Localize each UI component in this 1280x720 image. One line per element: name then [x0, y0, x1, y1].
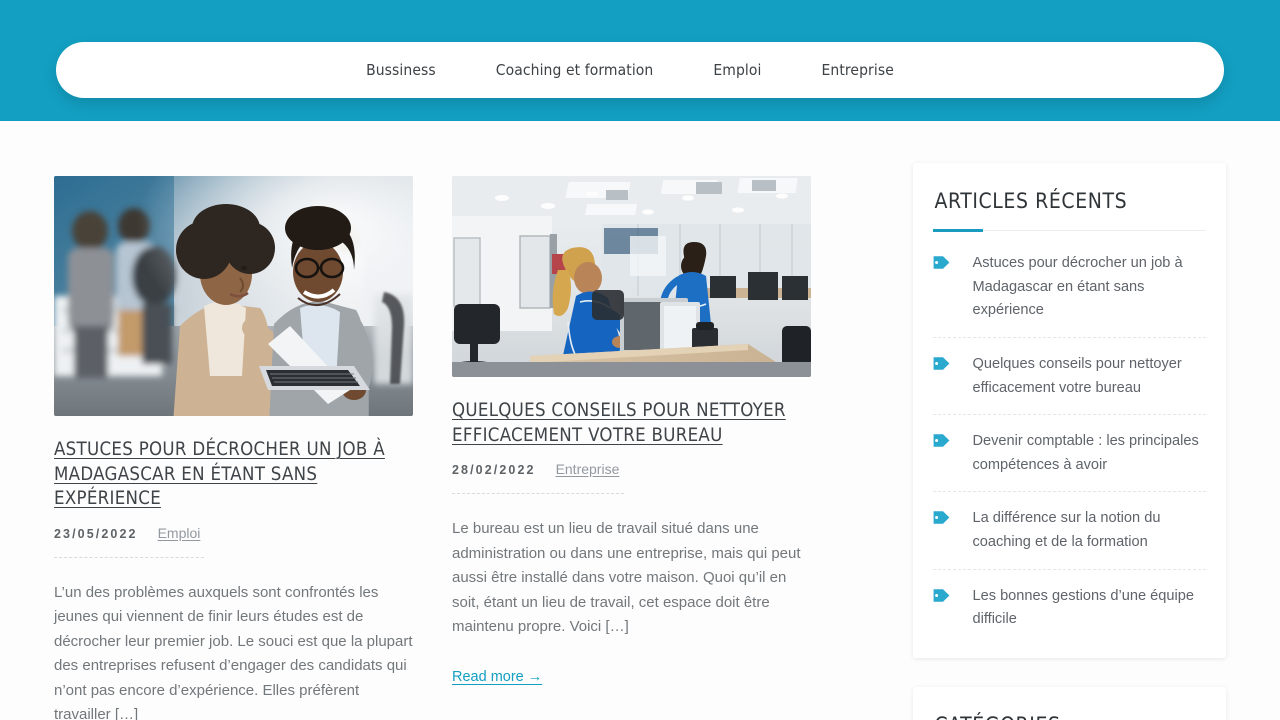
list-item-label: Astuces pour décrocher un job à Madagasc…: [972, 255, 1183, 319]
list-item[interactable]: Devenir comptable : les principales comp…: [933, 415, 1206, 493]
list-item-label: Les bonnes gestions d’une équipe diffici…: [972, 587, 1194, 628]
meta-divider: [452, 493, 624, 495]
post-meta: 23/05/2022 Emploi: [54, 525, 413, 541]
widget-title: Articles récents: [934, 189, 1128, 213]
list-item[interactable]: Les bonnes gestions d’une équipe diffici…: [933, 570, 1206, 636]
post-title-link[interactable]: Quelques conseils pour nettoyer efficace…: [452, 399, 811, 448]
primary-navigation: Bussiness Coaching et formation Emploi E…: [56, 42, 1224, 98]
tag-icon: [933, 588, 950, 603]
post-excerpt: Le bureau est un lieu de travail situé d…: [452, 520, 801, 635]
site-header: Bussiness Coaching et formation Emploi E…: [0, 0, 1280, 121]
post-category-link[interactable]: Entreprise: [556, 461, 620, 477]
nav-item-entreprise[interactable]: Entreprise: [792, 61, 924, 79]
widget-articles-recents: Articles récents Astuces pour décrocher …: [913, 163, 1226, 659]
tag-icon: [933, 433, 950, 448]
post-meta: 28/02/2022 Entreprise: [452, 461, 811, 477]
tag-icon: [933, 255, 950, 270]
list-item-label: La différence sur la notion du coaching …: [972, 510, 1161, 551]
post-excerpt: L’un des problèmes auxquels sont confron…: [54, 583, 413, 720]
recent-posts-list: Astuces pour décrocher un job à Madagasc…: [933, 237, 1206, 636]
tag-icon: [933, 356, 950, 371]
meta-divider: [54, 556, 204, 558]
post-thumbnail-image[interactable]: [452, 176, 811, 377]
list-item-label: Quelques conseils pour nettoyer efficace…: [972, 355, 1182, 396]
post-category-link[interactable]: Emploi: [158, 525, 201, 541]
post-list: Astuces pour décrocher un job à Madagasc…: [54, 121, 831, 720]
post-date: 23/05/2022: [54, 526, 138, 541]
post-card: Quelques conseils pour nettoyer efficace…: [452, 176, 811, 720]
post-date: 28/02/2022: [452, 463, 536, 478]
tag-icon: [933, 510, 950, 525]
post-title-link[interactable]: Astuces pour décrocher un job à Madagasc…: [54, 438, 413, 512]
list-item[interactable]: Quelques conseils pour nettoyer efficace…: [933, 338, 1206, 416]
post-thumbnail-image[interactable]: [54, 176, 413, 416]
page-body: Astuces pour décrocher un job à Madagasc…: [0, 121, 1280, 720]
nav-item-emploi[interactable]: Emploi: [683, 61, 791, 79]
nav-item-bussiness[interactable]: Bussiness: [336, 61, 466, 79]
nav-item-coaching-et-formation[interactable]: Coaching et formation: [466, 61, 684, 79]
read-more-link[interactable]: Read more →: [452, 669, 542, 685]
list-item[interactable]: La différence sur la notion du coaching …: [933, 492, 1206, 570]
widget-categories: Catégories: [913, 687, 1226, 720]
widget-accent-rule: [933, 229, 1206, 232]
post-card: Astuces pour décrocher un job à Madagasc…: [54, 176, 413, 720]
list-item-label: Devenir comptable : les principales comp…: [972, 433, 1199, 473]
list-item[interactable]: Astuces pour décrocher un job à Madagasc…: [933, 237, 1206, 338]
sidebar: Articles récents Astuces pour décrocher …: [913, 121, 1226, 720]
widget-title: Catégories: [933, 713, 1206, 720]
nav-list: Bussiness Coaching et formation Emploi E…: [336, 61, 924, 79]
